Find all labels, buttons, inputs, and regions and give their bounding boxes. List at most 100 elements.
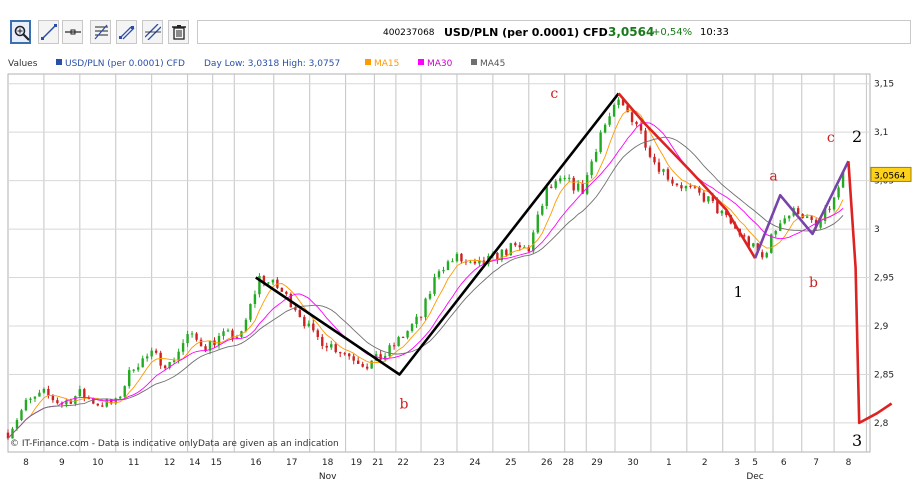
candle-body: [783, 218, 786, 224]
candle-body: [56, 400, 59, 404]
x-tick-label: 14: [189, 458, 201, 468]
wave-label: 2: [852, 127, 862, 146]
candle-body: [608, 116, 611, 125]
x-tick-label: 29: [591, 458, 603, 468]
candle-body: [666, 169, 670, 180]
candle-body: [810, 216, 813, 220]
candle-body: [635, 122, 638, 125]
x-tick-label: 18: [322, 458, 334, 468]
price-chart: 3,153,13,0532,952,92,852,8 8910111214151…: [6, 73, 912, 482]
candle-body: [576, 183, 580, 191]
candle-body: [24, 399, 28, 411]
y-tick-label: 3: [874, 225, 880, 235]
candle-body: [702, 192, 706, 202]
candle-body: [172, 360, 176, 362]
x-tick-label: 19: [351, 458, 363, 468]
x-tick-label: 9: [59, 458, 65, 468]
x-tick-label: 2: [702, 458, 708, 468]
candle-body: [617, 99, 620, 105]
candle-body: [559, 178, 562, 182]
candle-body: [451, 261, 454, 263]
candle-body: [51, 395, 55, 401]
candle-body: [536, 214, 539, 233]
candle-body: [442, 270, 445, 272]
candle-body: [298, 310, 302, 317]
candle-body: [303, 316, 306, 327]
candle-body: [541, 205, 544, 215]
candle-body: [599, 132, 602, 152]
candle-body: [343, 353, 346, 355]
candle-body: [150, 350, 153, 357]
x-tick-label: 8: [846, 458, 852, 468]
plot-area: [7, 73, 871, 453]
candle-body: [563, 178, 566, 180]
candle-body: [796, 208, 800, 215]
candle-body: [446, 261, 450, 271]
candle-body: [365, 366, 369, 369]
candle-body: [752, 243, 755, 247]
candle-body: [469, 261, 472, 263]
candle-body: [437, 271, 441, 278]
candle-body: [550, 186, 553, 188]
candle-body: [154, 350, 158, 353]
candle-body: [832, 197, 836, 210]
candle-body: [119, 396, 122, 399]
x-tick-label: 25: [505, 458, 516, 468]
candle-body: [78, 389, 82, 397]
candle-body: [83, 389, 86, 399]
candle-body: [222, 331, 225, 336]
candle-body: [419, 316, 423, 318]
x-tick-label: 30: [627, 458, 639, 468]
x-tick-label: 15: [211, 458, 222, 468]
x-tick-label: 6: [781, 458, 787, 468]
candle-body: [96, 403, 99, 406]
x-tick-label: 5: [752, 458, 758, 468]
candle-body: [653, 156, 656, 163]
candle-body: [590, 161, 593, 176]
candle-body: [339, 352, 342, 354]
candle-body: [249, 303, 252, 320]
candle-body: [707, 196, 710, 202]
candle-body: [29, 398, 32, 400]
candle-body: [662, 169, 665, 172]
wave-label: 1: [734, 283, 744, 301]
candle-body: [828, 208, 831, 210]
candle-body: [765, 252, 768, 258]
candle-body: [684, 185, 688, 189]
candle-body: [532, 232, 535, 252]
candle-body: [356, 360, 360, 364]
y-tick-label: 2,9: [874, 322, 889, 332]
candle-body: [433, 277, 436, 294]
y-tick-label: 3,1: [874, 128, 888, 138]
candle-body: [671, 179, 674, 184]
x-tick-label: 17: [286, 458, 297, 468]
x-tick-label: 12: [164, 458, 175, 468]
candle-body: [567, 177, 571, 179]
candle-body: [554, 181, 557, 188]
candle-body: [307, 323, 311, 327]
candle-body: [177, 351, 180, 361]
candle-body: [348, 353, 351, 357]
candle-body: [657, 162, 661, 172]
candle-body: [473, 261, 477, 264]
candle-body: [325, 345, 328, 348]
wave-label: c: [550, 86, 558, 102]
candle-body: [92, 398, 95, 404]
candle-body: [33, 396, 37, 399]
wave-label: b: [399, 396, 408, 412]
candle-body: [204, 346, 207, 351]
candle-body: [397, 337, 400, 347]
candle-body: [424, 298, 427, 318]
x-tick-label: 21: [372, 458, 383, 468]
x-tick-label: 28: [563, 458, 575, 468]
candle-body: [352, 356, 355, 361]
x-month-label: Dec: [746, 472, 763, 482]
candle-body: [199, 339, 203, 347]
candle-body: [74, 396, 77, 404]
candle-body: [388, 345, 391, 357]
candle-body: [361, 363, 364, 367]
candle-body: [603, 124, 607, 133]
candle-body: [136, 367, 140, 370]
candle-body: [455, 253, 459, 262]
candle-body: [321, 336, 324, 346]
